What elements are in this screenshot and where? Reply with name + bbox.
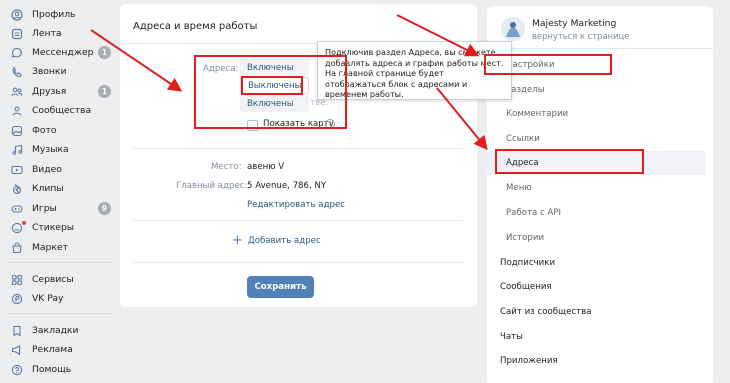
menu-item-community-site[interactable]: Сайт из сообщества <box>500 307 591 317</box>
annotation-box-settings <box>484 54 612 75</box>
nav-divider <box>10 313 114 314</box>
section-divider <box>133 148 463 149</box>
nav-label: Музыка <box>32 144 69 155</box>
menu-item-chats[interactable]: Чаты <box>500 332 523 342</box>
nav-label: Звонки <box>32 66 67 77</box>
nav-item-bookmarks[interactable]: Закладки <box>0 321 118 340</box>
friends-badge: 1 <box>98 85 111 98</box>
menu-item-api[interactable]: Работа с API <box>506 208 561 218</box>
photo-icon <box>11 125 23 137</box>
nav-label: VK Pay <box>32 293 64 304</box>
nav-item-ads[interactable]: Реклама <box>0 340 118 359</box>
games-icon <box>11 203 23 215</box>
nav-label: Видео <box>32 164 62 175</box>
nav-label: Клипы <box>32 183 64 194</box>
nav-item-music[interactable]: Музыка <box>0 140 118 159</box>
nav-label: Профиль <box>32 9 76 20</box>
friends-icon <box>11 86 23 98</box>
nav-label: Стикеры <box>32 222 75 233</box>
nav-item-friends[interactable]: Друзья 1 <box>0 82 118 101</box>
panel-title: Адреса и время работы <box>133 21 258 32</box>
nav-label: Сообщества <box>32 105 92 116</box>
nav-label: Мессенджер <box>32 47 94 58</box>
place-label: Место: <box>211 162 242 172</box>
annotation-box-disabled-option <box>241 76 303 95</box>
nav-item-help[interactable]: Помощь <box>0 360 118 379</box>
menu-item-menu[interactable]: Меню <box>506 183 532 193</box>
nav-item-communities[interactable]: Сообщества <box>0 101 118 120</box>
market-icon <box>11 241 23 254</box>
nav-label: Реклама <box>32 344 73 355</box>
nav-item-services[interactable]: Сервисы <box>0 270 118 289</box>
menu-item-comments[interactable]: Комментарии <box>506 109 568 119</box>
nav-label: Лента <box>32 28 62 39</box>
bookmarks-icon <box>11 325 23 337</box>
nav-item-news[interactable]: Лента <box>0 24 118 43</box>
place-value: авеню V <box>247 162 285 172</box>
nav-label: Помощь <box>32 364 72 375</box>
clips-icon <box>11 183 23 195</box>
nav-label: Сервисы <box>32 274 74 285</box>
menu-item-messages[interactable]: Сообщения <box>500 282 552 292</box>
menu-item-links[interactable]: Ссылки <box>506 134 540 144</box>
nav-item-messenger[interactable]: Мессенджер 1 <box>0 43 118 62</box>
notification-dot <box>22 221 26 225</box>
nav-item-profile[interactable]: Профиль <box>0 5 118 24</box>
main-address-label: Главный адрес: <box>176 181 248 191</box>
video-icon <box>11 164 23 176</box>
nav-divider <box>10 262 114 263</box>
phone-icon <box>11 65 23 78</box>
add-address-label: Добавить адрес <box>248 236 321 246</box>
nav-item-stickers[interactable]: Стикеры <box>0 218 118 237</box>
nav-item-vkpay[interactable]: VK Pay <box>0 289 118 308</box>
nav-item-clips[interactable]: Клипы <box>0 179 118 198</box>
annotation-box-addresses <box>495 149 644 174</box>
nav-label: Фото <box>32 125 57 136</box>
menu-item-stories[interactable]: Истории <box>506 233 544 243</box>
messenger-icon <box>11 47 23 59</box>
nav-item-games[interactable]: Игры 9 <box>0 199 118 218</box>
menu-divider <box>487 48 713 49</box>
games-badge: 9 <box>98 202 111 215</box>
help-icon <box>11 364 23 376</box>
vkpay-icon <box>11 293 23 305</box>
nav-item-calls[interactable]: Звонки <box>0 62 118 81</box>
music-icon <box>11 144 23 156</box>
news-icon <box>11 28 23 40</box>
add-address-link[interactable]: + Добавить адрес <box>232 233 321 248</box>
menu-item-subscribers[interactable]: Подписчики <box>500 258 555 268</box>
back-to-page-link[interactable]: вернуться к странице <box>532 31 629 41</box>
main-address-value: 5 Avenue, 786, NY <box>247 181 327 191</box>
unread-badge: 1 <box>98 46 111 59</box>
services-icon <box>11 274 23 286</box>
nav-item-photo[interactable]: Фото <box>0 121 118 140</box>
section-divider <box>133 220 463 221</box>
section-divider <box>133 262 463 263</box>
nav-label: Друзья <box>32 86 67 97</box>
community-avatar[interactable] <box>501 17 525 41</box>
communities-icon <box>11 105 23 117</box>
profile-icon <box>11 8 23 21</box>
community-name[interactable]: Majesty Marketing <box>532 18 616 29</box>
nav-label: Маркет <box>32 242 68 253</box>
nav-item-market[interactable]: Маркет <box>0 238 118 257</box>
nav-item-video[interactable]: Видео <box>0 160 118 179</box>
edit-address-link[interactable]: Редактировать адрес <box>247 200 345 210</box>
menu-item-apps[interactable]: Приложения <box>500 356 558 366</box>
save-button[interactable]: Сохранить <box>247 276 314 298</box>
ads-icon <box>11 344 23 356</box>
plus-icon: + <box>232 233 243 248</box>
nav-label: Закладки <box>32 325 79 336</box>
nav-label: Игры <box>32 203 57 214</box>
